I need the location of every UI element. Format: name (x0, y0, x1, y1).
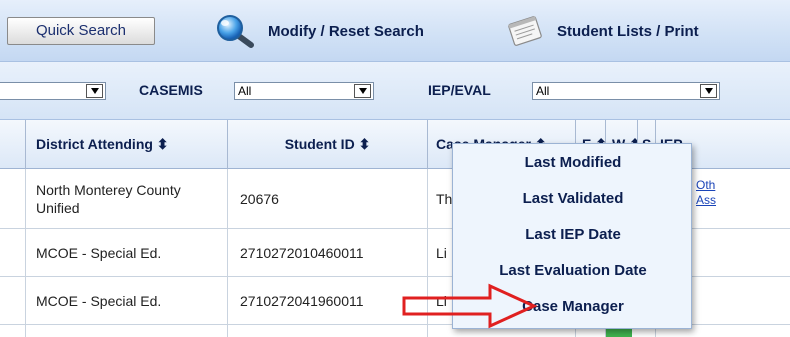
modify-reset-search-label: Modify / Reset Search (268, 22, 424, 40)
iep-eval-label: IEP/EVAL (428, 82, 491, 98)
menu-item-last-modified[interactable]: Last Modified (453, 146, 693, 180)
notepad-icon (503, 14, 547, 48)
casemis-label: CASEMIS (139, 82, 203, 98)
student-lists-print-label: Student Lists / Print (557, 22, 699, 40)
casemis-value: All (238, 84, 252, 98)
district-cell (26, 325, 228, 337)
casemis-select[interactable]: All (234, 82, 374, 100)
iep-eval-value: All (536, 84, 550, 98)
iep-eval-select[interactable]: All (532, 82, 720, 100)
iep-link-assessment[interactable]: Ass (696, 193, 716, 207)
modify-reset-search-button[interactable]: Modify / Reset Search (214, 14, 424, 48)
row-select-cell (0, 277, 26, 324)
filter-select-left[interactable] (0, 82, 106, 100)
header-student-id[interactable]: Student ID ⬍ (228, 120, 428, 169)
iep-link-other[interactable]: Oth (696, 178, 715, 192)
menu-item-last-validated[interactable]: Last Validated (453, 182, 693, 216)
filter-bar: CASEMIS All IEP/EVAL All (0, 62, 790, 120)
student-id-cell: 20676 (228, 169, 428, 228)
district-cell: North Monterey County Unified (26, 169, 228, 228)
header-select-column (0, 120, 26, 169)
magnifier-icon (214, 14, 258, 48)
row-select-cell (0, 169, 26, 228)
student-id-cell (228, 325, 428, 337)
row-select-cell (0, 229, 26, 276)
toolbar: Quick Search Modify / Reset Search Stude… (0, 0, 790, 62)
student-lists-print-button[interactable]: Student Lists / Print (503, 14, 699, 48)
chevron-down-icon[interactable] (86, 84, 103, 98)
menu-item-last-iep-date[interactable]: Last IEP Date (453, 218, 693, 252)
student-id-cell: 2710272041960011 (228, 277, 428, 324)
annotation-arrow-icon (402, 283, 538, 329)
district-cell: MCOE - Special Ed. (26, 277, 228, 324)
row-select-cell (0, 325, 26, 337)
district-cell: MCOE - Special Ed. (26, 229, 228, 276)
header-district-attending[interactable]: District Attending ⬍ (26, 120, 228, 169)
chevron-down-icon[interactable] (700, 84, 717, 98)
chevron-down-icon[interactable] (354, 84, 371, 98)
quick-search-button[interactable]: Quick Search (7, 17, 155, 45)
student-id-cell: 2710272010460011 (228, 229, 428, 276)
